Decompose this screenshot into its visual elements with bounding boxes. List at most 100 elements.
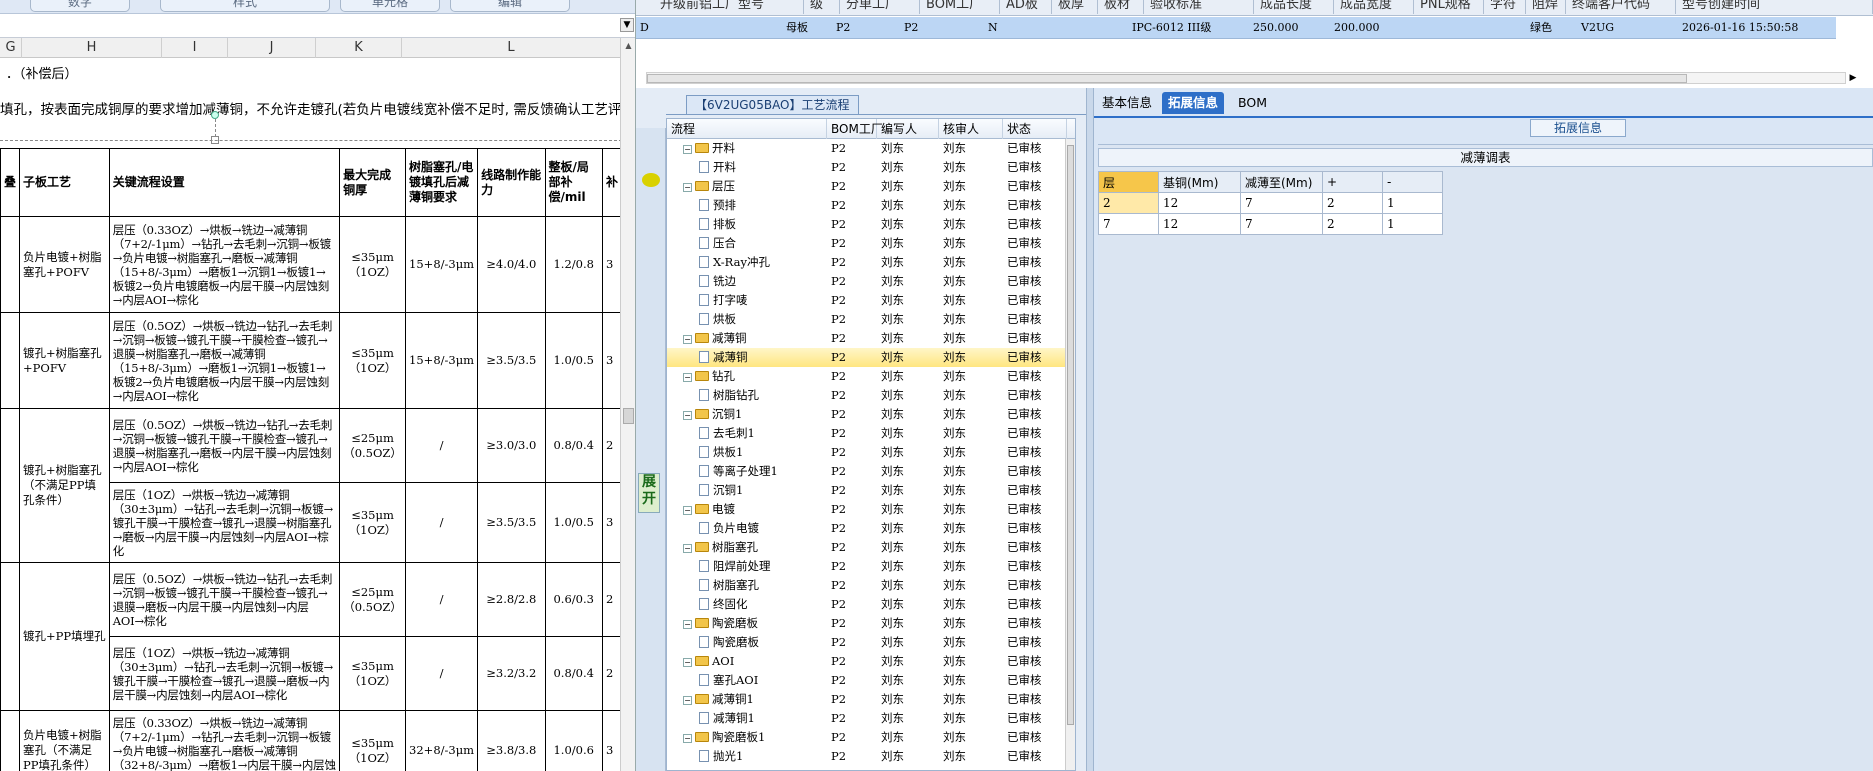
tree-folder-row[interactable]: − 陶瓷磨板 P2 刘东 刘东 已审核 <box>667 614 1067 633</box>
grid-column-header[interactable]: AD板 <box>1000 0 1052 14</box>
collapse-toggle-icon[interactable]: − <box>683 734 692 743</box>
table-cell[interactable]: 7 <box>1240 213 1323 235</box>
tree-node[interactable]: − 陶瓷磨板1 <box>683 728 833 747</box>
tree-item-row[interactable]: 铣边 P2 刘东 刘东 已审核 <box>667 272 1067 291</box>
grid-column-header[interactable]: 级 <box>804 0 840 14</box>
tree-node[interactable]: 打字唛 <box>699 291 833 310</box>
tab-bom[interactable]: BOM <box>1232 92 1273 114</box>
grid-cell[interactable]: V2UG <box>1581 17 1614 39</box>
tree-item-row[interactable]: X-Ray冲孔 P2 刘东 刘东 已审核 <box>667 253 1067 272</box>
grid-column-header[interactable]: 终端客户代码 <box>1566 0 1676 14</box>
tree-node[interactable]: 铣边 <box>699 272 833 291</box>
column-header[interactable]: H <box>22 38 162 58</box>
tree-node[interactable]: 塞孔AOI <box>699 671 833 690</box>
vertical-scrollbar[interactable] <box>1065 139 1075 770</box>
tree-column-header[interactable]: 流程 <box>667 119 827 139</box>
scrollbar-thumb[interactable] <box>1067 145 1074 725</box>
collapse-toggle-icon[interactable]: − <box>683 411 692 420</box>
tree-node[interactable]: 减薄铜1 <box>699 709 833 728</box>
tree-folder-row[interactable]: − 沉铜1 P2 刘东 刘东 已审核 <box>667 405 1067 424</box>
collapse-toggle-icon[interactable]: − <box>683 145 692 154</box>
scroll-up-icon[interactable]: ▲ <box>623 40 634 51</box>
scrollbar-thumb[interactable] <box>647 74 1687 83</box>
tree-item-row[interactable]: 去毛刺1 P2 刘东 刘东 已审核 <box>667 424 1067 443</box>
table-cell[interactable]: 2 <box>1322 192 1383 214</box>
tree-column-header[interactable]: 编写人 <box>877 119 939 139</box>
tree-item-row[interactable]: 沉铜1 P2 刘东 刘东 已审核 <box>667 481 1067 500</box>
tab-process-flow[interactable]: 【6V2UG05BAO】工艺流程 <box>686 95 859 115</box>
ribbon-tab-editing[interactable]: 编辑 <box>450 0 570 12</box>
collapse-toggle-icon[interactable]: − <box>683 506 692 515</box>
table-cell[interactable]: 1 <box>1382 213 1443 235</box>
column-header[interactable]: J <box>228 38 316 58</box>
tree-folder-row[interactable]: − 钻孔 P2 刘东 刘东 已审核 <box>667 367 1067 386</box>
tree-folder-row[interactable]: − 树脂塞孔 P2 刘东 刘东 已审核 <box>667 538 1067 557</box>
column-header[interactable]: I <box>162 38 228 58</box>
splitter[interactable] <box>1086 88 1094 771</box>
expand-button[interactable]: 展开 <box>638 473 660 513</box>
tree-item-row[interactable]: 烘板1 P2 刘东 刘东 已审核 <box>667 443 1067 462</box>
tree-node[interactable]: X-Ray冲孔 <box>699 253 833 272</box>
tree-node[interactable]: − AOI <box>683 652 833 671</box>
table-header[interactable]: 层 <box>1098 171 1159 193</box>
tree-node[interactable]: 终固化 <box>699 595 833 614</box>
tree-item-row[interactable]: 树脂塞孔 P2 刘东 刘东 已审核 <box>667 576 1067 595</box>
tree-folder-row[interactable]: − 减薄铜 P2 刘东 刘东 已审核 <box>667 329 1067 348</box>
tree-node[interactable]: − 沉铜1 <box>683 405 833 424</box>
table-cell[interactable]: 12 <box>1158 192 1241 214</box>
chevron-down-icon[interactable]: ▼ <box>620 18 634 32</box>
table-cell[interactable]: 2 <box>1098 192 1159 214</box>
table-row[interactable]: 2 12 7 2 1 <box>1098 192 1443 214</box>
grid-column-header[interactable]: BOM工厂 <box>920 0 1000 14</box>
tree-folder-row[interactable]: − 电镀 P2 刘东 刘东 已审核 <box>667 500 1067 519</box>
tree-folder-row[interactable]: − 层压 P2 刘东 刘东 已审核 <box>667 177 1067 196</box>
rotate-handle-icon[interactable] <box>211 111 219 119</box>
tree-node[interactable]: 等离子处理1 <box>699 462 833 481</box>
grid-cell[interactable]: IPC-6012 III级 <box>1132 17 1211 39</box>
table-row[interactable]: 7 12 7 2 1 <box>1098 213 1443 235</box>
collapse-toggle-icon[interactable]: − <box>683 544 692 553</box>
tree-folder-row[interactable]: − 开料 P2 刘东 刘东 已审核 <box>667 139 1067 158</box>
tree-item-row[interactable]: 开料 P2 刘东 刘东 已审核 <box>667 158 1067 177</box>
tree-node[interactable]: 排板 <box>699 215 833 234</box>
collapse-toggle-icon[interactable]: − <box>683 658 692 667</box>
grid-cell[interactable]: 绿色 <box>1530 17 1552 39</box>
tree-node[interactable]: − 开料 <box>683 139 833 158</box>
grid-column-header[interactable]: 成品宽度 <box>1334 0 1414 14</box>
grid-column-header[interactable]: 字符 <box>1484 0 1526 14</box>
tree-folder-row[interactable]: − 减薄铜1 P2 刘东 刘东 已审核 <box>667 690 1067 709</box>
vertical-scrollbar[interactable]: ▲ <box>620 38 635 771</box>
grid-cell[interactable]: P2 <box>836 17 850 39</box>
tree-folder-row[interactable]: − AOI P2 刘东 刘东 已审核 <box>667 652 1067 671</box>
table-header[interactable]: - <box>1382 171 1443 193</box>
table-header[interactable]: + <box>1322 171 1383 193</box>
tree-item-row[interactable]: 烘板 P2 刘东 刘东 已审核 <box>667 310 1067 329</box>
grid-selected-row[interactable]: D 母板 P2 P2 N IPC-6012 III级 250.000 200.0… <box>636 17 1836 39</box>
table-cell[interactable]: 2 <box>1322 213 1383 235</box>
tree-node[interactable]: 树脂钻孔 <box>699 386 833 405</box>
tree-item-row[interactable]: 打字唛 P2 刘东 刘东 已审核 <box>667 291 1067 310</box>
tree-node[interactable]: 去毛刺1 <box>699 424 833 443</box>
tree-node[interactable]: 烘板1 <box>699 443 833 462</box>
grid-column-header[interactable]: 板厚 <box>1052 0 1098 14</box>
tree-node[interactable]: 树脂塞孔 <box>699 576 833 595</box>
tree-node[interactable]: 陶瓷磨板 <box>699 633 833 652</box>
tab-extended-info[interactable]: 拓展信息 <box>1162 92 1225 114</box>
tree-folder-row[interactable]: − 陶瓷磨板1 P2 刘东 刘东 已审核 <box>667 728 1067 747</box>
grid-cell[interactable]: D <box>640 17 649 39</box>
table-cell[interactable]: 1 <box>1382 192 1443 214</box>
collapse-toggle-icon[interactable]: − <box>683 620 692 629</box>
tree-node[interactable]: − 减薄铜1 <box>683 690 833 709</box>
tree-item-row[interactable]: 塞孔AOI P2 刘东 刘东 已审核 <box>667 671 1067 690</box>
collapse-toggle-icon[interactable]: − <box>683 696 692 705</box>
tree-node[interactable]: 预排 <box>699 196 833 215</box>
tree-node[interactable]: − 电镀 <box>683 500 833 519</box>
tree-item-row[interactable]: 阻焊前处理 P2 刘东 刘东 已审核 <box>667 557 1067 576</box>
collapse-toggle-icon[interactable]: − <box>683 183 692 192</box>
tree-item-row[interactable]: 陶瓷磨板 P2 刘东 刘东 已审核 <box>667 633 1067 652</box>
grid-cell[interactable]: 2026-01-16 15:50:58 <box>1682 17 1798 39</box>
grid-column-header[interactable]: 型号创建时间 <box>1676 0 1873 14</box>
tree-node[interactable]: 压合 <box>699 234 833 253</box>
tree-item-row[interactable]: 抛光1 P2 刘东 刘东 已审核 <box>667 747 1067 766</box>
scrollbar-thumb[interactable] <box>623 408 634 424</box>
